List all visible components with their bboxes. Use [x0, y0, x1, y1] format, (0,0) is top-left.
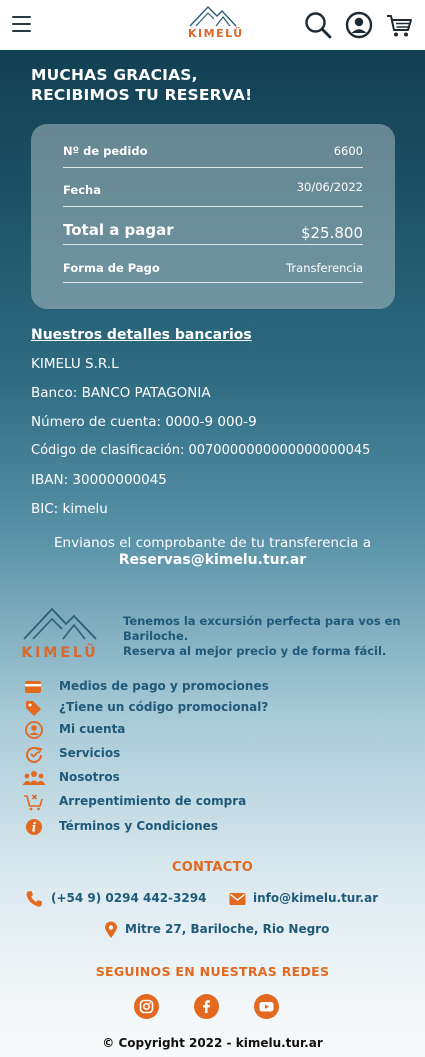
bank-sort-code: Código de clasificación: 007000000000000… — [31, 443, 371, 458]
footer-link-services[interactable]: Servicios — [22, 744, 402, 764]
logo-wordmark: KIMELÜ — [188, 27, 244, 40]
contact-email[interactable]: info@kimelu.tur.ar — [253, 891, 378, 905]
search-icon[interactable] — [303, 10, 333, 40]
transfer-note: Envianos el comprobante de tu transferen… — [0, 535, 425, 569]
footer-link-label: ¿Tiene un código promocional? — [59, 700, 269, 714]
order-total-value: $25.800 — [300, 224, 363, 242]
credit-card-icon — [25, 681, 41, 693]
group-icon — [22, 771, 46, 785]
bank-name: Banco: BANCO PATAGONIA — [31, 385, 211, 401]
order-number-label: Nº de pedido — [63, 144, 148, 158]
instagram-button[interactable] — [134, 994, 159, 1019]
payment-method-row: Forma de Pago Transferencia — [63, 260, 363, 283]
footer-link-my-account[interactable]: Mi cuenta — [22, 720, 402, 740]
footer-link-label: Servicios — [59, 746, 121, 760]
youtube-icon — [259, 1002, 274, 1012]
thank-you-line-1: MUCHAS GRACIAS, — [31, 66, 198, 84]
copyright: © Copyright 2022 - kimelu.tur.ar — [102, 1036, 323, 1050]
phone-icon — [26, 891, 42, 907]
footer-link-terms[interactable]: i Términos y Condiciones — [22, 817, 402, 837]
user-circle-icon[interactable] — [344, 10, 374, 40]
youtube-button[interactable] — [254, 994, 279, 1019]
footer-link-label: Arrepentimiento de compra — [59, 794, 247, 808]
transfer-note-text: Envianos el comprobante de tu transferen… — [54, 535, 371, 551]
footer-tagline: Tenemos la excursión perfecta para vos e… — [123, 614, 403, 659]
order-date-value: 30/06/2022 — [296, 180, 363, 194]
user-icon — [25, 721, 43, 739]
bank-iban: IBAN: 30000000045 — [31, 472, 167, 488]
payment-method-value: Transferencia — [286, 261, 363, 275]
tag-icon — [26, 701, 41, 716]
order-date-label: Fecha — [63, 183, 101, 197]
order-total-row: Total a pagar $25.800 — [63, 221, 363, 245]
footer-link-label: Medios de pago y promociones — [59, 679, 269, 693]
contact-address: Mitre 27, Bariloche, Rio Negro — [125, 922, 330, 936]
footer-link-about-us[interactable]: Nosotros — [22, 768, 402, 788]
facebook-icon — [203, 1000, 210, 1013]
order-total-label: Total a pagar — [63, 221, 174, 239]
order-number-row: Nº de pedido 6600 — [63, 144, 363, 168]
social-heading: SEGUINOS EN NUESTRAS REDES — [95, 964, 330, 979]
bank-bic: BIC: kimelu — [31, 501, 108, 517]
footer-tagline-2: Reserva al mejor precio y de forma fácil… — [123, 644, 387, 658]
order-number-value: 6600 — [333, 144, 363, 158]
footer-link-label: Mi cuenta — [59, 722, 126, 736]
cart-cancel-icon — [24, 794, 43, 811]
map-pin-icon — [105, 921, 117, 938]
bank-company: KIMELU S.R.L — [31, 356, 119, 372]
top-navbar: KIMELÜ — [0, 0, 425, 50]
payment-method-label: Forma de Pago — [63, 261, 160, 275]
order-date-row: Fecha 30/06/2022 — [63, 180, 363, 207]
contact-phone[interactable]: (+54 9) 0294 442-3294 — [51, 891, 206, 905]
footer-tagline-1: Tenemos la excursión perfecta para vos e… — [123, 614, 401, 643]
bank-details-title: Nuestros detalles bancarios — [31, 327, 252, 343]
footer-link-promo-code[interactable]: ¿Tiene un código promocional? — [22, 698, 402, 718]
footer-link-label: Nosotros — [59, 770, 120, 784]
kimelu-footer-logo[interactable]: KIMELÜ — [22, 607, 98, 661]
footer-link-purchase-withdrawal[interactable]: Arrepentimiento de compra — [22, 792, 402, 812]
cart-icon[interactable] — [384, 10, 414, 40]
hamburger-icon[interactable] — [12, 16, 31, 32]
order-summary-card: Nº de pedido 6600 Fecha 30/06/2022 Total… — [31, 124, 395, 309]
reservations-email-link[interactable]: Reservas@kimelu.tur.ar — [0, 552, 425, 569]
instagram-icon — [139, 999, 154, 1014]
facebook-button[interactable] — [194, 994, 219, 1019]
thank-you-line-2: RECIBIMOS TU RESERVA! — [31, 86, 253, 104]
bank-account-number: Número de cuenta: 0000-9 000-9 — [31, 414, 257, 430]
footer-logo-wordmark: KIMELÜ — [22, 643, 98, 661]
services-icon — [26, 746, 43, 763]
envelope-icon — [229, 893, 246, 905]
footer-link-payment-methods[interactable]: Medios de pago y promociones — [22, 677, 402, 697]
contact-heading: CONTACTO — [171, 860, 254, 875]
svg-text:i: i — [32, 821, 37, 835]
info-icon: i — [26, 819, 42, 835]
footer-link-label: Términos y Condiciones — [59, 819, 218, 833]
thank-you-heading: MUCHAS GRACIAS, RECIBIMOS TU RESERVA! — [31, 65, 391, 105]
